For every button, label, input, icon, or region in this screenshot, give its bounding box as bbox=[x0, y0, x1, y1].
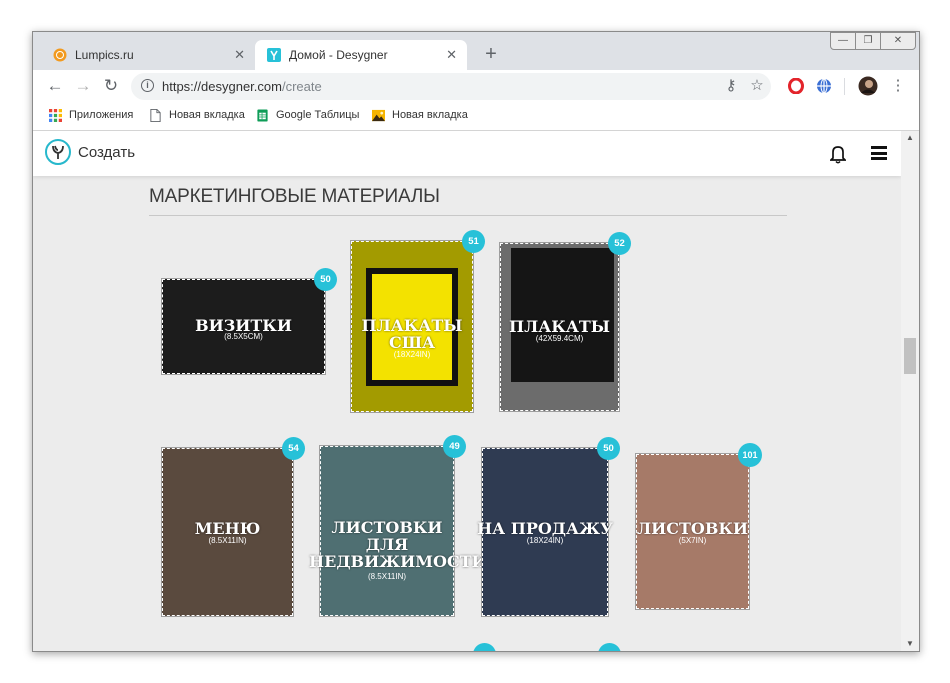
logo-mark-icon bbox=[52, 145, 64, 159]
template-card-menu[interactable]: МЕНЮ (8.5X11IN) 54 bbox=[161, 437, 305, 617]
avatar[interactable] bbox=[858, 76, 878, 96]
tab-desygner[interactable]: Домой - Desygner ✕ bbox=[255, 40, 467, 70]
card-size: (8.5X5CM) bbox=[224, 332, 263, 341]
card-title: НА ПРОДАЖУ bbox=[476, 519, 614, 538]
page-title[interactable]: Создать bbox=[78, 131, 135, 175]
hamburger-menu-icon[interactable] bbox=[871, 146, 887, 160]
url-text: https://desygner.com/create bbox=[162, 79, 322, 94]
card-size: (8.5X11IN) bbox=[208, 536, 247, 545]
card-size: (18X24IN) bbox=[393, 350, 431, 359]
card-size: (5X7IN) bbox=[678, 536, 707, 545]
template-card-flyers[interactable]: ЛИСТОВКИ (5X7IN) 101 bbox=[635, 443, 762, 610]
count-badge: 50 bbox=[597, 437, 620, 460]
card-size: (18X24IN) bbox=[526, 536, 564, 545]
menu-dots-icon[interactable]: ⋮ bbox=[888, 76, 908, 96]
page-scrollbar[interactable]: ▲ ▼ bbox=[901, 131, 919, 651]
tab-label: Домой - Desygner bbox=[289, 48, 388, 62]
scroll-up-arrow-icon[interactable]: ▲ bbox=[901, 131, 919, 145]
globe-icon[interactable] bbox=[816, 78, 832, 94]
template-card-real-estate-flyers[interactable]: ЛИСТОВКИ ДЛЯ НЕДВИЖИМОСТИ (8.5X11IN) 49 bbox=[309, 435, 487, 617]
tab-label: Lumpics.ru bbox=[75, 48, 134, 62]
card-title: ЛИСТОВКИ ДЛЯ НЕДВИЖИМОСТИ bbox=[309, 518, 487, 571]
scroll-down-arrow-icon[interactable]: ▼ bbox=[901, 637, 919, 651]
toolbar-divider bbox=[844, 78, 845, 95]
sheets-icon bbox=[257, 109, 268, 122]
bookmarks-bar: Приложения Новая вкладка Google Таблицы … bbox=[33, 103, 919, 131]
card-title: МЕНЮ bbox=[194, 519, 261, 538]
opera-icon[interactable] bbox=[788, 78, 804, 94]
bookmark-new-tab-2[interactable]: Новая вкладка bbox=[372, 103, 468, 130]
card-title: ПЛАКАТЫ bbox=[508, 317, 610, 336]
desygner-icon bbox=[267, 48, 281, 62]
section-divider bbox=[149, 215, 787, 216]
key-icon[interactable]: ⚷ bbox=[721, 76, 741, 96]
tab-strip: Lumpics.ru ✕ Домой - Desygner ✕ + — ❐ ✕ bbox=[33, 32, 919, 70]
count-badge: 49 bbox=[443, 435, 466, 458]
count-badge: 54 bbox=[282, 437, 305, 460]
bookmark-label: Новая вкладка bbox=[169, 109, 245, 121]
bookmark-label: Новая вкладка bbox=[392, 109, 468, 121]
card-size: (8.5X11IN) bbox=[367, 572, 407, 581]
close-window-button[interactable]: ✕ bbox=[880, 32, 916, 50]
template-card-us-posters[interactable]: ПЛАКАТЫ США (18X24IN) 51 bbox=[350, 230, 485, 413]
card-size: (42X59.4CM) bbox=[535, 334, 584, 343]
section-title: МАРКЕТИНГОВЫЕ МАТЕРИАЛЫ bbox=[149, 186, 440, 207]
count-badge-partial bbox=[473, 643, 496, 651]
info-icon[interactable]: i bbox=[141, 79, 154, 92]
count-badge: 101 bbox=[738, 443, 762, 467]
tab-lumpics[interactable]: Lumpics.ru ✕ bbox=[41, 40, 255, 70]
close-tab-icon[interactable]: ✕ bbox=[446, 40, 457, 70]
bookmark-label: Приложения bbox=[69, 109, 134, 121]
new-tab-button[interactable]: + bbox=[479, 42, 503, 66]
image-icon bbox=[372, 109, 385, 122]
template-card-posters[interactable]: ПЛАКАТЫ (42X59.4CM) 52 bbox=[499, 232, 631, 412]
browser-window: Lumpics.ru ✕ Домой - Desygner ✕ + — ❐ ✕ … bbox=[32, 31, 920, 652]
star-icon[interactable]: ☆ bbox=[747, 76, 767, 96]
page-content: Создать МАРКЕТИНГОВЫЕ МАТЕРИАЛЫ ВИЗИТКИ … bbox=[33, 131, 901, 651]
count-badge: 52 bbox=[608, 232, 631, 255]
reload-icon[interactable]: ↻ bbox=[99, 74, 123, 98]
apps-grid-icon bbox=[49, 109, 62, 122]
browser-toolbar: ← → ↻ i https://desygner.com/create ⚷ ☆ … bbox=[33, 70, 919, 103]
bookmark-apps[interactable]: Приложения bbox=[49, 103, 133, 130]
bookmark-google-sheets[interactable]: Google Таблицы bbox=[256, 103, 359, 130]
orange-circle-icon bbox=[53, 48, 67, 62]
page-icon bbox=[150, 109, 161, 122]
count-badge: 50 bbox=[314, 268, 337, 291]
address-bar[interactable]: i https://desygner.com/create ⚷ ☆ bbox=[131, 73, 771, 100]
count-badge-partial bbox=[598, 643, 621, 651]
poster-image bbox=[511, 248, 614, 382]
bookmark-label: Google Таблицы bbox=[276, 109, 360, 121]
minimize-button[interactable]: — bbox=[830, 32, 856, 50]
scrollbar-thumb[interactable] bbox=[904, 338, 916, 374]
desygner-logo[interactable] bbox=[45, 139, 71, 165]
template-card-business-cards[interactable]: ВИЗИТКИ (8.5X5CM) 50 bbox=[161, 268, 337, 375]
bell-icon[interactable] bbox=[830, 144, 846, 164]
bookmark-new-tab-1[interactable]: Новая вкладка bbox=[149, 103, 245, 130]
maximize-button[interactable]: ❐ bbox=[855, 32, 881, 50]
template-card-for-sale[interactable]: НА ПРОДАЖУ (18X24IN) 50 bbox=[477, 437, 620, 617]
card-title: ЛИСТОВКИ bbox=[636, 519, 749, 538]
back-arrow-icon[interactable]: ← bbox=[43, 74, 67, 98]
close-tab-icon[interactable]: ✕ bbox=[234, 40, 245, 70]
count-badge: 51 bbox=[462, 230, 485, 253]
card-title: ПЛАКАТЫ США bbox=[361, 316, 463, 352]
site-header: Создать bbox=[33, 131, 901, 176]
forward-arrow-icon[interactable]: → bbox=[71, 74, 95, 98]
